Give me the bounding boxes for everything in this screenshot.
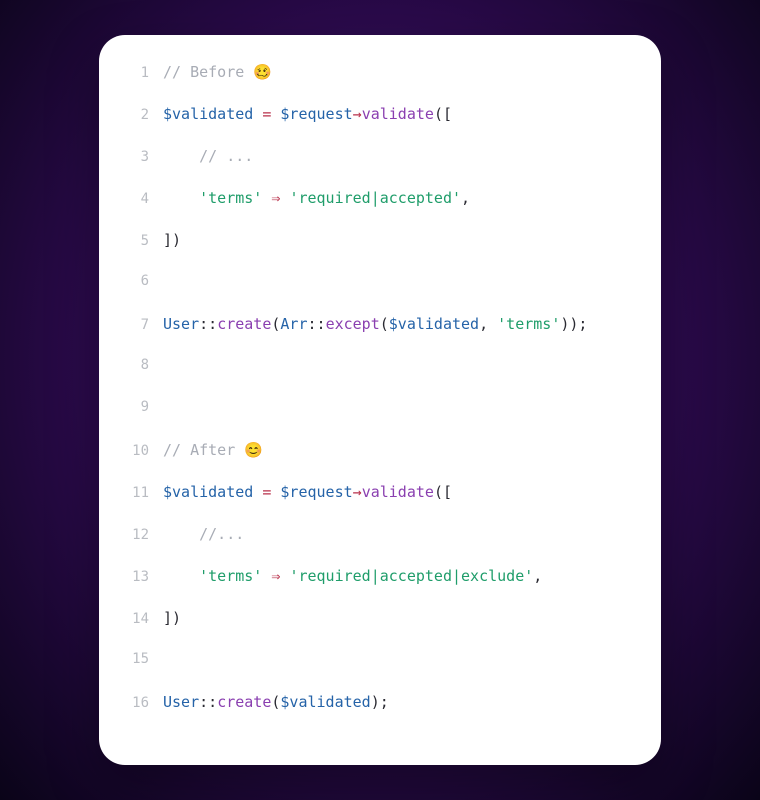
code-line: 3 // ...	[119, 147, 637, 189]
code-token: // Before	[163, 63, 253, 81]
code-token: validate	[362, 483, 434, 501]
line-number: 4	[119, 191, 149, 207]
code-token	[163, 567, 199, 585]
line-number: 10	[119, 443, 149, 459]
code-token: →	[353, 105, 362, 123]
code-token: ])	[163, 231, 181, 249]
code-content: $validated = $request→validate([	[163, 483, 452, 501]
code-token: 🥴	[253, 63, 272, 81]
code-token: ));	[560, 315, 587, 333]
line-number: 13	[119, 569, 149, 585]
code-token: // After	[163, 441, 244, 459]
code-token: 😊	[244, 441, 263, 459]
code-content: 'terms' ⇒ 'required|accepted',	[163, 189, 470, 207]
line-number: 1	[119, 65, 149, 81]
line-number: 9	[119, 399, 149, 415]
code-content: $validated = $request→validate([	[163, 105, 452, 123]
code-card: 1 // Before 🥴 2 $validated = $request→valid…	[99, 35, 661, 765]
code-content: ])	[163, 609, 181, 627]
code-token: $validated	[280, 693, 370, 711]
code-token: ([	[434, 105, 452, 123]
line-number: 7	[119, 317, 149, 333]
code-line: 15	[119, 651, 637, 693]
code-line: 16 User::create($validated);	[119, 693, 637, 735]
line-number: 5	[119, 233, 149, 249]
code-token: // ...	[199, 147, 253, 165]
code-token: ])	[163, 609, 181, 627]
code-line: 5])	[119, 231, 637, 273]
code-content: //...	[163, 525, 244, 543]
line-number: 16	[119, 695, 149, 711]
code-line: 6	[119, 273, 637, 315]
code-token: ,	[533, 567, 542, 585]
code-line: 7User::create(Arr::except($validated, 't…	[119, 315, 637, 357]
code-token: $validated	[163, 105, 253, 123]
code-content: ])	[163, 231, 181, 249]
code-token: User	[163, 315, 199, 333]
code-token: ,	[461, 189, 470, 207]
code-line: 10 // After 😊	[119, 441, 637, 483]
code-token: );	[371, 693, 389, 711]
code-token: ::	[308, 315, 326, 333]
line-number: 12	[119, 527, 149, 543]
code-token: //...	[199, 525, 244, 543]
code-line: 14])	[119, 609, 637, 651]
code-token: 'terms'	[199, 567, 262, 585]
code-token: create	[217, 315, 271, 333]
line-number: 15	[119, 651, 149, 667]
code-token: create	[217, 693, 271, 711]
code-token: 'terms'	[497, 315, 560, 333]
code-token: ([	[434, 483, 452, 501]
code-line: 1 // Before 🥴	[119, 63, 637, 105]
code-token: →	[353, 483, 362, 501]
code-token: 'terms'	[199, 189, 262, 207]
code-token: (	[380, 315, 389, 333]
code-token	[163, 189, 199, 207]
code-line: 8	[119, 357, 637, 399]
line-number: 6	[119, 273, 149, 289]
code-token	[253, 105, 262, 123]
line-number: 2	[119, 107, 149, 123]
line-number: 14	[119, 611, 149, 627]
code-token: Arr	[280, 315, 307, 333]
code-token	[163, 147, 199, 165]
code-token: User	[163, 693, 199, 711]
code-content: User::create(Arr::except($validated, 'te…	[163, 315, 587, 333]
code-token	[253, 483, 262, 501]
code-token: ::	[199, 315, 217, 333]
code-token: $request	[280, 483, 352, 501]
code-token: $validated	[163, 483, 253, 501]
code-token: 'required|accepted'	[289, 189, 461, 207]
code-token: ::	[199, 693, 217, 711]
code-token	[163, 525, 199, 543]
code-content: 'terms' ⇒ 'required|accepted|exclude',	[163, 567, 542, 585]
code-token: validate	[362, 105, 434, 123]
line-number: 8	[119, 357, 149, 373]
line-number: 3	[119, 149, 149, 165]
code-token: $request	[280, 105, 352, 123]
code-token: 'required|accepted|exclude'	[289, 567, 533, 585]
code-token: except	[326, 315, 380, 333]
code-block: 1 // Before 🥴 2 $validated = $request→valid…	[119, 63, 637, 735]
code-line: 12 //...	[119, 525, 637, 567]
code-content: // After 😊	[163, 441, 263, 459]
code-token: ,	[479, 315, 497, 333]
code-line: 13 'terms' ⇒ 'required|accepted|exclude'…	[119, 567, 637, 609]
code-token: $validated	[389, 315, 479, 333]
code-line: 4 'terms' ⇒ 'required|accepted',	[119, 189, 637, 231]
code-content: User::create($validated);	[163, 693, 389, 711]
code-content: // Before 🥴	[163, 63, 272, 81]
code-line: 9	[119, 399, 637, 441]
line-number: 11	[119, 485, 149, 501]
code-line: 2 $validated = $request→validate([	[119, 105, 637, 147]
code-line: 11 $validated = $request→validate([	[119, 483, 637, 525]
code-content: // ...	[163, 147, 253, 165]
